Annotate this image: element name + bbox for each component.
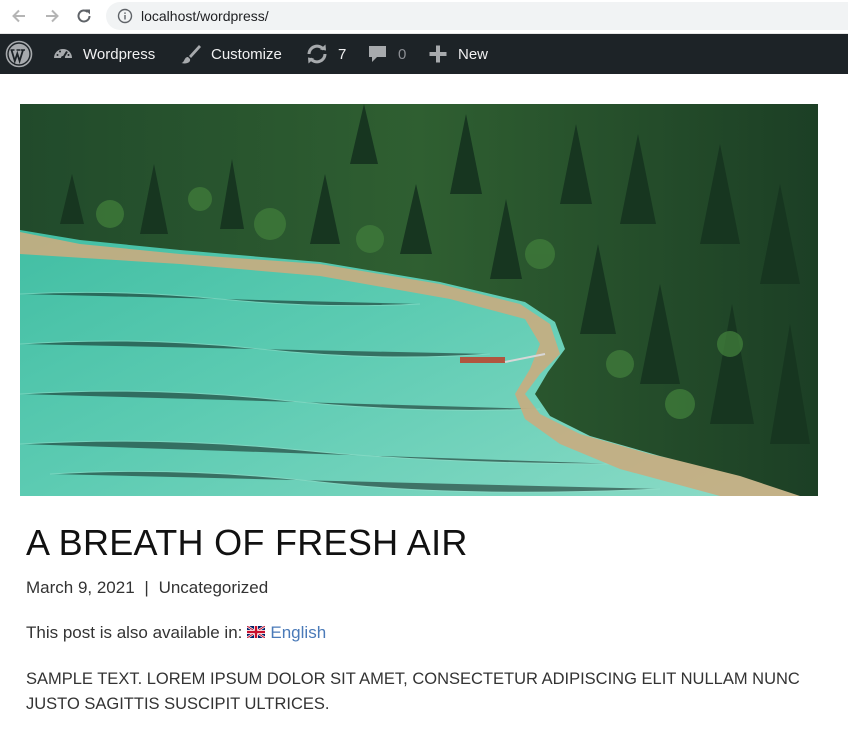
post-date: March 9, 2021	[26, 578, 135, 597]
dashboard-icon	[54, 49, 72, 60]
also-available-text: This post is also available in:	[26, 623, 243, 642]
paintbrush-icon	[181, 45, 201, 64]
wordpress-logo-button[interactable]	[5, 34, 33, 74]
forward-button[interactable]	[39, 3, 65, 29]
english-link[interactable]: English	[270, 623, 326, 643]
arrow-right-icon	[46, 9, 59, 23]
wordpress-logo-icon	[5, 40, 33, 68]
arrow-left-icon	[12, 9, 25, 23]
site-name-menu[interactable]: Wordpress	[52, 34, 155, 74]
category-link[interactable]: Uncategorized	[159, 578, 269, 597]
language-availability: This post is also available in: English	[26, 623, 326, 643]
post-body: SAMPLE TEXT. LOREM IPSUM DOLOR SIT AMET,…	[26, 670, 800, 713]
post-meta: March 9, 2021 | Uncategorized	[26, 578, 268, 598]
updates-count: 7	[338, 45, 347, 63]
post-title: A BREATH OF FRESH AIR	[26, 522, 468, 563]
lake-forest-image	[20, 104, 818, 496]
comments-button[interactable]: 0	[367, 34, 406, 74]
info-icon[interactable]	[117, 8, 133, 24]
url-text[interactable]: localhost/wordpress/	[141, 8, 269, 24]
comments-count: 0	[398, 45, 407, 63]
browser-toolbar: localhost/wordpress/	[0, 0, 848, 34]
uk-flag-icon	[246, 623, 267, 643]
meta-separator: |	[144, 578, 149, 597]
reload-icon	[77, 9, 91, 23]
reload-button[interactable]	[71, 3, 97, 29]
wp-admin-bar: Wordpress Customize 7 0 New	[0, 34, 848, 74]
site-name-label: Wordpress	[83, 45, 156, 63]
comment-icon	[369, 46, 386, 62]
new-label: New	[458, 45, 489, 63]
featured-image	[20, 104, 818, 496]
customize-button[interactable]: Customize	[180, 34, 282, 74]
customize-label: Customize	[211, 45, 282, 63]
back-button[interactable]	[6, 3, 32, 29]
updates-button[interactable]: 7	[305, 34, 346, 74]
address-bar[interactable]: localhost/wordpress/	[106, 2, 848, 30]
plus-icon	[429, 45, 447, 63]
updates-icon	[307, 44, 327, 64]
new-content-button[interactable]: New	[428, 34, 488, 74]
